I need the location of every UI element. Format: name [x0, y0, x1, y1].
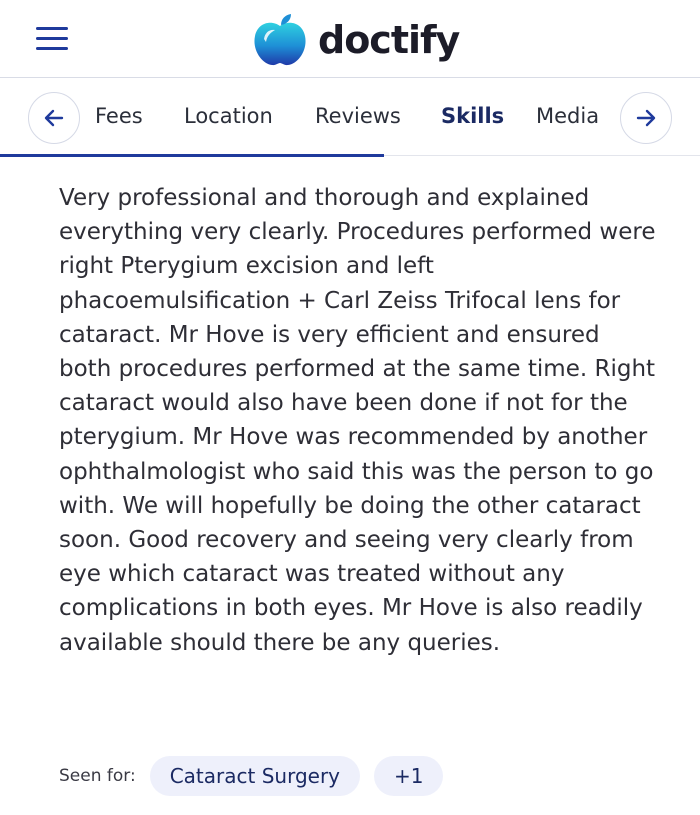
section-tabs: Fees Location Reviews Skills Media	[0, 78, 700, 158]
arrow-left-icon	[44, 109, 64, 127]
more-conditions-chip[interactable]: +1	[374, 756, 444, 796]
tabs-prev-button[interactable]	[28, 92, 80, 144]
app-header: doctify	[0, 0, 700, 78]
tab-skills[interactable]: Skills	[441, 104, 504, 128]
tab-fees[interactable]: Fees	[95, 104, 143, 128]
tabs-active-indicator	[0, 154, 384, 157]
tab-media[interactable]: Media	[536, 104, 599, 128]
seen-for-row: Seen for: Cataract Surgery +1	[59, 756, 457, 796]
tab-reviews[interactable]: Reviews	[315, 104, 401, 128]
arrow-right-icon	[636, 109, 656, 127]
condition-chip[interactable]: Cataract Surgery	[149, 756, 360, 796]
tabs-next-button[interactable]	[620, 92, 672, 144]
apple-logo-icon	[254, 14, 306, 66]
doctify-logo[interactable]: doctify	[250, 12, 460, 68]
tab-location[interactable]: Location	[184, 104, 273, 128]
hamburger-menu-icon[interactable]	[36, 27, 68, 51]
seen-for-label: Seen for:	[59, 766, 136, 786]
brand-name: doctify	[318, 18, 460, 62]
review-text: Very professional and thorough and expla…	[59, 185, 656, 656]
